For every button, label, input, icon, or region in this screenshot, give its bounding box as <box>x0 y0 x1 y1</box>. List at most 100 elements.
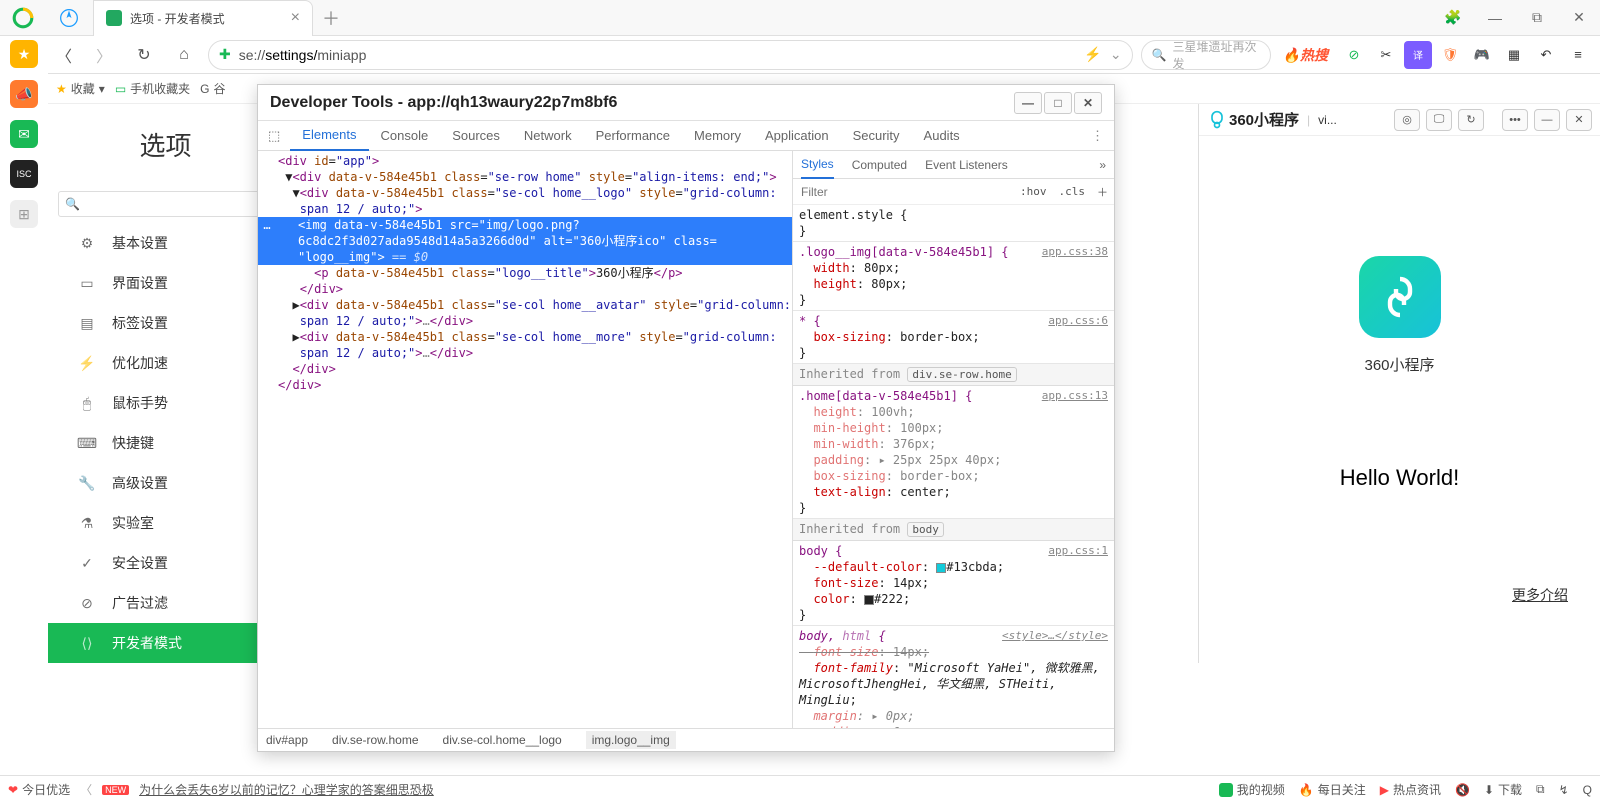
dt-menu-icon[interactable]: ⋮ <box>1081 128 1114 144</box>
snav-advanced[interactable]: 🔧高级设置 <box>48 463 283 503</box>
browser-tab[interactable]: 选项 - 开发者模式 × <box>93 0 313 36</box>
tab-sources[interactable]: Sources <box>440 121 512 151</box>
reload-button[interactable]: ↻ <box>128 39 160 71</box>
extension-icon[interactable]: 🧩 <box>1432 0 1474 36</box>
more-tabs-icon[interactable]: » <box>1099 158 1106 172</box>
tab-memory[interactable]: Memory <box>682 121 753 151</box>
styles-tab[interactable]: Styles <box>801 151 834 179</box>
computed-tab[interactable]: Computed <box>852 158 907 172</box>
tab-console[interactable]: Console <box>369 121 441 151</box>
cls-toggle[interactable]: .cls <box>1053 185 1092 198</box>
mobile-favorites[interactable]: ▭手机收藏夹 <box>115 80 190 97</box>
tab-close-icon[interactable]: × <box>291 9 300 27</box>
snav-tabs[interactable]: ▤标签设置 <box>48 303 283 343</box>
bc-1[interactable]: div.se-row.home <box>332 733 418 747</box>
maximize-button[interactable]: ⧉ <box>1516 0 1558 36</box>
new-tab-button[interactable]: ＋ <box>313 5 349 31</box>
daily-focus[interactable]: 🔥每日关注 <box>1299 781 1366 798</box>
dom-breadcrumb[interactable]: div#app div.se-row.home div.se-col.home_… <box>258 728 1114 751</box>
download-link[interactable]: ⬇ 下载 <box>1484 781 1522 798</box>
rule-body-html[interactable]: <style>…</style> body, html { font-size:… <box>793 626 1114 728</box>
mail-icon[interactable]: ✉ <box>10 120 38 148</box>
dom-tree[interactable]: <div id="app"> ▼<div data-v-584e45b1 cla… <box>258 151 792 728</box>
add-rule-icon[interactable]: ＋ <box>1091 184 1114 200</box>
more-link[interactable]: 更多介绍 <box>1512 585 1600 605</box>
zoom-icon[interactable]: Q <box>1583 783 1592 797</box>
block-icon[interactable]: ⊘ <box>1340 41 1368 69</box>
net-icon[interactable]: ↯ <box>1559 783 1569 797</box>
favorites-label[interactable]: ★收藏 ▾ <box>56 80 105 97</box>
tab-elements[interactable]: Elements <box>290 121 368 151</box>
styles-filter-input[interactable] <box>793 180 1014 204</box>
tab-application[interactable]: Application <box>753 121 841 151</box>
monitor-icon[interactable]: 🖵 <box>1426 109 1452 131</box>
dt-close[interactable]: ✕ <box>1074 92 1102 114</box>
chevron-down-icon[interactable]: ⌄ <box>1110 46 1122 63</box>
hov-toggle[interactable]: :hov <box>1014 185 1053 198</box>
tab-network[interactable]: Network <box>512 121 584 151</box>
menu-icon[interactable]: ≡ <box>1564 41 1592 69</box>
bc-2[interactable]: div.se-col.home__logo <box>443 733 562 747</box>
back-button[interactable]: 〈 <box>48 39 80 71</box>
tab-performance[interactable]: Performance <box>584 121 682 151</box>
url-field[interactable]: ✚ se://settings/miniapp ⚡ ⌄ <box>208 40 1133 70</box>
more-icon[interactable]: ••• <box>1502 109 1528 131</box>
refresh-icon[interactable]: ↻ <box>1458 109 1484 131</box>
my-video[interactable]: 我的视频 <box>1219 781 1285 798</box>
favorites-icon[interactable]: ★ <box>10 40 38 68</box>
snav-shortcut[interactable]: ⌨快捷键 <box>48 423 283 463</box>
hot-news[interactable]: ▶热点资讯 <box>1380 781 1441 798</box>
hello-world: Hello World! <box>1340 465 1459 491</box>
game-icon[interactable]: 🎮 <box>1468 41 1496 69</box>
close-icon[interactable]: ✕ <box>1566 109 1592 131</box>
home-button[interactable]: ⌂ <box>168 39 200 71</box>
nav-compass-icon[interactable] <box>45 0 93 36</box>
listeners-tab[interactable]: Event Listeners <box>925 158 1008 172</box>
grid-icon[interactable]: ▦ <box>1500 41 1528 69</box>
snav-mouse[interactable]: 🖱鼠标手势 <box>48 383 283 423</box>
news-headline[interactable]: 为什么会丢失6岁以前的记忆？心理学家的答案细思恐极 <box>139 781 434 798</box>
dt-maximize[interactable]: □ <box>1044 92 1072 114</box>
restore-icon[interactable]: ↶ <box>1532 41 1560 69</box>
search-box[interactable]: 🔍 三星堆遗址再次发 <box>1141 40 1271 70</box>
snav-adblock[interactable]: ⊘广告过滤 <box>48 583 283 623</box>
mute-icon[interactable]: 🔇 <box>1455 783 1470 797</box>
rule-home[interactable]: app.css:13 .home[data-v-584e45b1] { heig… <box>793 386 1114 519</box>
today-picks[interactable]: ❤今日优选 <box>8 781 70 798</box>
minimize-button[interactable]: — <box>1474 0 1516 36</box>
isc-icon[interactable]: ISC <box>10 160 38 188</box>
shield-icon[interactable]: 🛡 <box>1436 41 1464 69</box>
google-bookmark[interactable]: G 谷 <box>200 80 225 97</box>
weibo-icon[interactable]: 📣 <box>10 80 38 108</box>
snav-ui[interactable]: ▭界面设置 <box>48 263 283 303</box>
tab-security[interactable]: Security <box>841 121 912 151</box>
snav-devmode[interactable]: ⟨⟩开发者模式 <box>48 623 283 663</box>
snav-lab[interactable]: ⚗实验室 <box>48 503 283 543</box>
apps-icon[interactable]: ⊞ <box>10 200 38 228</box>
bc-0[interactable]: div#app <box>266 733 308 747</box>
rule-body[interactable]: app.css:1 body { --default-color: #13cbd… <box>793 541 1114 626</box>
snav-security[interactable]: ✓安全设置 <box>48 543 283 583</box>
rule-star[interactable]: app.css:6 * { box-sizing: border-box;} <box>793 311 1114 364</box>
rule-logo-img[interactable]: app.css:38 .logo__img[data-v-584e45b1] {… <box>793 242 1114 311</box>
screenshot-icon[interactable]: ✂ <box>1372 41 1400 69</box>
snav-basic[interactable]: ⚙基本设置 <box>48 223 283 263</box>
hot-search-label[interactable]: 🔥热搜 <box>1279 45 1332 65</box>
bolt-icon[interactable]: ⚡ <box>1084 46 1101 63</box>
miniapp-name: 360小程序 <box>1364 354 1434 375</box>
tab-audits[interactable]: Audits <box>912 121 972 151</box>
search-icon: 🔍 <box>1152 48 1167 62</box>
close-button[interactable]: ✕ <box>1558 0 1600 36</box>
snav-speed[interactable]: ⚡优化加速 <box>48 343 283 383</box>
forward-button[interactable]: 〉 <box>88 39 120 71</box>
minimize-icon[interactable]: — <box>1534 109 1560 131</box>
bc-3[interactable]: img.logo__img <box>586 731 676 749</box>
rule-element-style[interactable]: element.style {} <box>793 205 1114 242</box>
target-icon[interactable]: ◎ <box>1394 109 1420 131</box>
settings-search[interactable]: 🔍 <box>58 191 273 217</box>
dt-minimize[interactable]: — <box>1014 92 1042 114</box>
translate-icon[interactable]: 译 <box>1404 41 1432 69</box>
pip-icon[interactable]: ⧉ <box>1536 782 1545 797</box>
inspect-icon[interactable]: ⬚ <box>258 121 290 151</box>
news-prev[interactable]: 〈 <box>80 781 92 798</box>
